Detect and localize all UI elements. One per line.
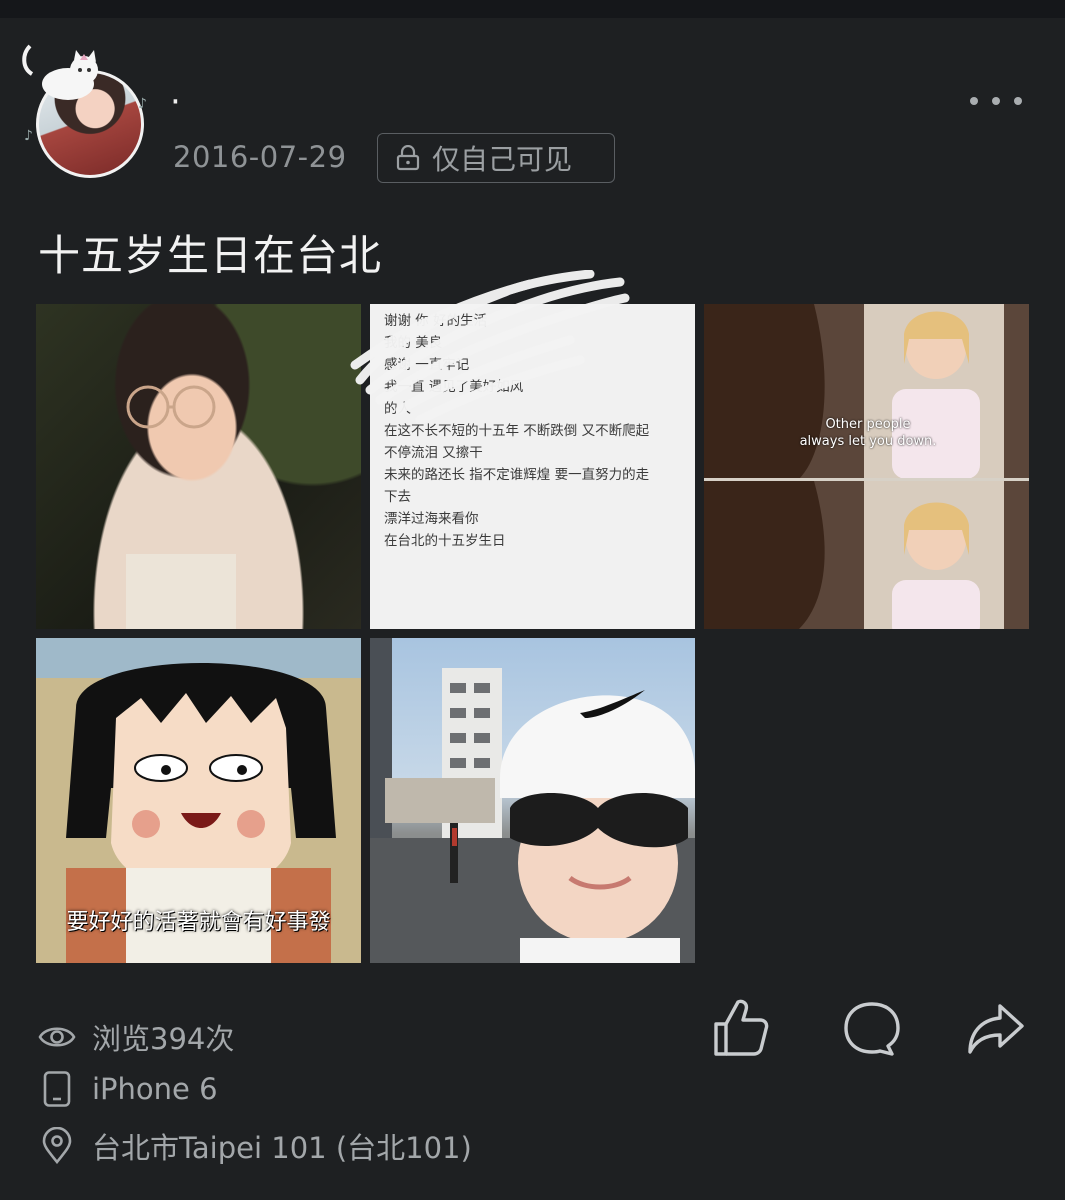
cat-sticker-icon [22,44,98,100]
share-arrow-icon[interactable] [966,996,1026,1060]
location-label: 台北市Taipei 101 (台北101) [92,1131,472,1165]
more-dots-icon[interactable] [970,88,1022,114]
avatar[interactable]: ♪ ♪ [18,40,158,180]
username[interactable]: · [170,82,181,122]
device-info: iPhone 6 [38,1071,218,1107]
street-photo-art [370,638,695,963]
eye-icon [38,1027,76,1047]
frame-divider [704,478,1029,481]
glasses-icon [126,385,236,629]
photo-movie-frames[interactable]: Other people always let you down. [704,304,1029,629]
device-label: iPhone 6 [92,1072,218,1106]
comment-bubble-icon[interactable] [842,996,902,1060]
status-bar [0,0,1065,18]
privacy-badge[interactable]: 仅自己可见 [377,133,615,183]
phone-icon [43,1071,71,1107]
movie-frame-art [704,304,1029,629]
views-label: 浏览394次 [92,1022,235,1056]
movie-subtitle: Other people always let you down. [799,417,937,449]
location-pin-icon [42,1127,72,1165]
location-info[interactable]: 台北市Taipei 101 (台北101) [38,1125,472,1167]
cartoon-caption: 要好好的活著就會有好事發 [66,910,331,935]
photo-cartoon-maruko[interactable]: 要好好的活著就會有好事發 [36,638,361,963]
music-note-icon: ♪ [24,128,33,144]
photo-street-cap[interactable] [370,638,695,963]
music-note-icon: ♪ [138,96,147,112]
view-count: 浏览394次 [38,1016,234,1058]
thumbs-up-icon[interactable] [710,996,770,1060]
lock-icon [396,145,420,171]
post-text: 十五岁生日在台北 [38,231,383,280]
photo-selfie-glasses[interactable] [36,304,361,629]
privacy-label: 仅自己可见 [432,143,573,176]
post-date: 2016-07-29 [173,140,347,174]
redaction-scribble [350,270,630,425]
